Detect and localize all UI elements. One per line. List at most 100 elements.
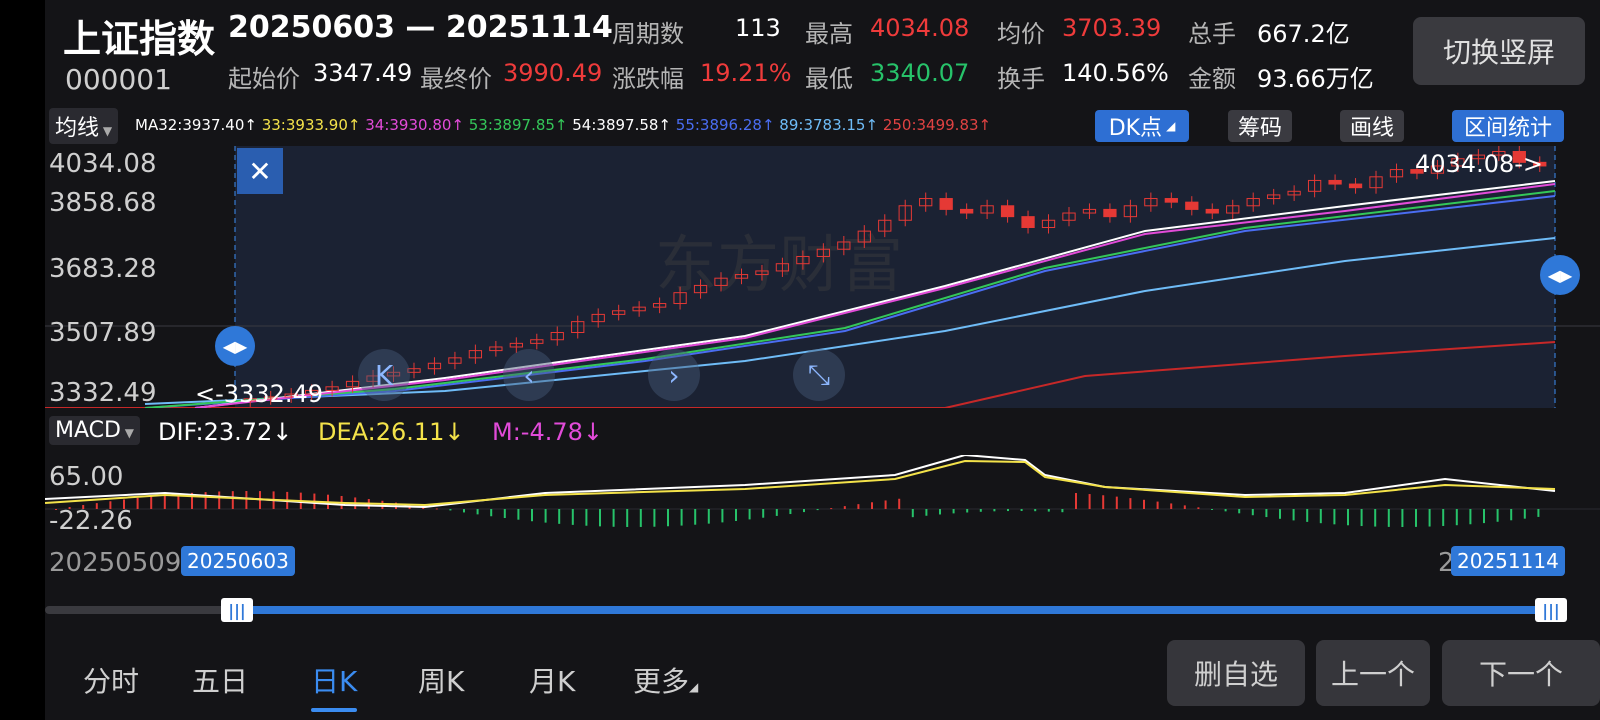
- macd-bar: [1143, 499, 1145, 509]
- kline-button[interactable]: K: [358, 349, 410, 401]
- ma-value-6: 89:3783.15↑: [779, 116, 883, 134]
- switch-portrait-button[interactable]: 切换竖屏: [1413, 17, 1585, 85]
- ma-value-1: 33:3933.90↑: [261, 116, 366, 134]
- macd-bar: [204, 492, 207, 509]
- macd-bar: [1469, 509, 1472, 525]
- slider-left-date: 20250509: [49, 548, 182, 578]
- macd-bar: [911, 509, 914, 518]
- tab-weekly-k[interactable]: 周K: [418, 660, 464, 700]
- macd-bar: [476, 509, 479, 515]
- macd-bar: [707, 509, 710, 524]
- macd-y-tick-bottom: -22.26: [49, 506, 133, 536]
- macd-bar: [571, 509, 574, 525]
- macd-bar: [1387, 509, 1390, 527]
- range-end-handle[interactable]: ◀▶: [1540, 255, 1580, 295]
- macd-bar: [531, 509, 533, 522]
- macd-bar: [449, 509, 452, 511]
- change-label: 涨跌幅: [612, 65, 684, 93]
- change-value: 19.21%: [700, 59, 792, 87]
- macd-bar: [558, 509, 561, 524]
- corner-arrow-icon: ◢: [1166, 119, 1176, 133]
- turnover-label: 换手: [997, 65, 1045, 93]
- periods-value: 113: [735, 14, 781, 42]
- macd-bar: [599, 509, 601, 527]
- macd-dea: DEA:26.11↓: [318, 418, 465, 446]
- draw-line-button[interactable]: 画线: [1340, 110, 1404, 142]
- avg-label: 均价: [997, 20, 1045, 48]
- active-tab-indicator: [311, 708, 357, 712]
- y-tick-3: 3683.28: [49, 254, 157, 284]
- close-range-button[interactable]: ✕: [237, 148, 283, 194]
- collapse-icon: ⤡: [807, 358, 831, 391]
- macd-bar: [952, 509, 955, 514]
- slider-start-handle[interactable]: |||: [221, 598, 253, 622]
- macd-bar: [1279, 509, 1281, 519]
- low-price-marker: <-3332.49: [195, 380, 324, 408]
- macd-bar: [803, 509, 805, 513]
- ma-value-3: 53:3897.85↑: [468, 116, 573, 134]
- ma-selector-label: 均线: [55, 116, 100, 141]
- macd-bar: [1088, 494, 1091, 509]
- tab-five-day[interactable]: 五日: [192, 660, 248, 700]
- range-stats-button[interactable]: 区间统计: [1452, 110, 1564, 142]
- slider-start-chip: 20250603: [181, 546, 295, 576]
- macd-bar: [966, 509, 969, 513]
- macd-bar: [898, 498, 901, 509]
- macd-selector-label: MACD: [55, 418, 121, 443]
- grip-icon: |||: [1542, 600, 1560, 620]
- tab-intraday[interactable]: 分时: [83, 660, 139, 700]
- macd-bar: [136, 497, 139, 509]
- scroll-right-button[interactable]: ›: [648, 349, 700, 401]
- chips-button[interactable]: 筹码: [1228, 110, 1292, 142]
- tab-more-label: 更多: [633, 665, 690, 698]
- macd-bar: [680, 509, 683, 526]
- watermark: 东方财富: [655, 228, 903, 301]
- macd-bar: [816, 509, 819, 511]
- macd-bar: [1374, 509, 1377, 527]
- start-price-label: 起始价: [228, 65, 300, 93]
- macd-bar: [1292, 509, 1295, 521]
- macd-bar: [1523, 509, 1526, 519]
- low-value: 3340.07: [870, 59, 970, 87]
- end-price-value: 3990.49: [503, 59, 603, 87]
- macd-bar: [463, 509, 465, 513]
- remove-favorite-button[interactable]: 删自选: [1167, 640, 1305, 706]
- zoom-in-button[interactable]: ⤡: [793, 349, 845, 401]
- macd-bar: [857, 504, 860, 509]
- tab-monthly-k[interactable]: 月K: [529, 660, 575, 700]
- tab-daily-k[interactable]: 日K: [311, 660, 357, 700]
- candle-body: [960, 208, 974, 214]
- macd-bar: [1496, 509, 1499, 522]
- macd-selector[interactable]: MACD ▼: [49, 416, 140, 445]
- index-title: 上证指数: [63, 17, 216, 61]
- macd-bar: [1170, 503, 1173, 509]
- tab-more[interactable]: 更多◢: [633, 660, 698, 700]
- dk-point-button[interactable]: DK点 ◢: [1095, 110, 1189, 142]
- candle-body: [1205, 208, 1219, 214]
- chevron-left-icon: ‹: [523, 358, 535, 392]
- next-button[interactable]: 下一个: [1442, 640, 1600, 706]
- scroll-left-button[interactable]: ‹: [503, 349, 555, 401]
- macd-bar: [1442, 509, 1445, 526]
- macd-bar: [1428, 509, 1431, 527]
- slider-end-handle[interactable]: |||: [1535, 598, 1567, 622]
- macd-bar: [1510, 509, 1513, 521]
- macd-bar: [1537, 509, 1540, 517]
- macd-bar: [245, 491, 248, 509]
- macd-bar: [1020, 509, 1023, 512]
- macd-bar: [1333, 509, 1336, 525]
- previous-button[interactable]: 上一个: [1316, 640, 1430, 706]
- macd-bar: [612, 509, 615, 527]
- app-window: 上证指数 000001 20250603 — 20251114 起始价 3347…: [45, 0, 1600, 720]
- ma-selector[interactable]: 均线 ▼: [49, 108, 119, 144]
- macd-bar: [218, 491, 221, 509]
- macd-bar: [1034, 509, 1037, 512]
- macd-chart: [45, 455, 1600, 527]
- range-start-handle[interactable]: ◀▶: [215, 326, 255, 366]
- slider-track[interactable]: [45, 606, 1555, 614]
- grip-icon: |||: [228, 600, 246, 620]
- ma-value-4: 54:3897.58↑: [572, 116, 676, 134]
- macd-bar: [1483, 509, 1485, 524]
- k-icon: K: [374, 358, 394, 392]
- start-price-value: 3347.49: [313, 59, 413, 87]
